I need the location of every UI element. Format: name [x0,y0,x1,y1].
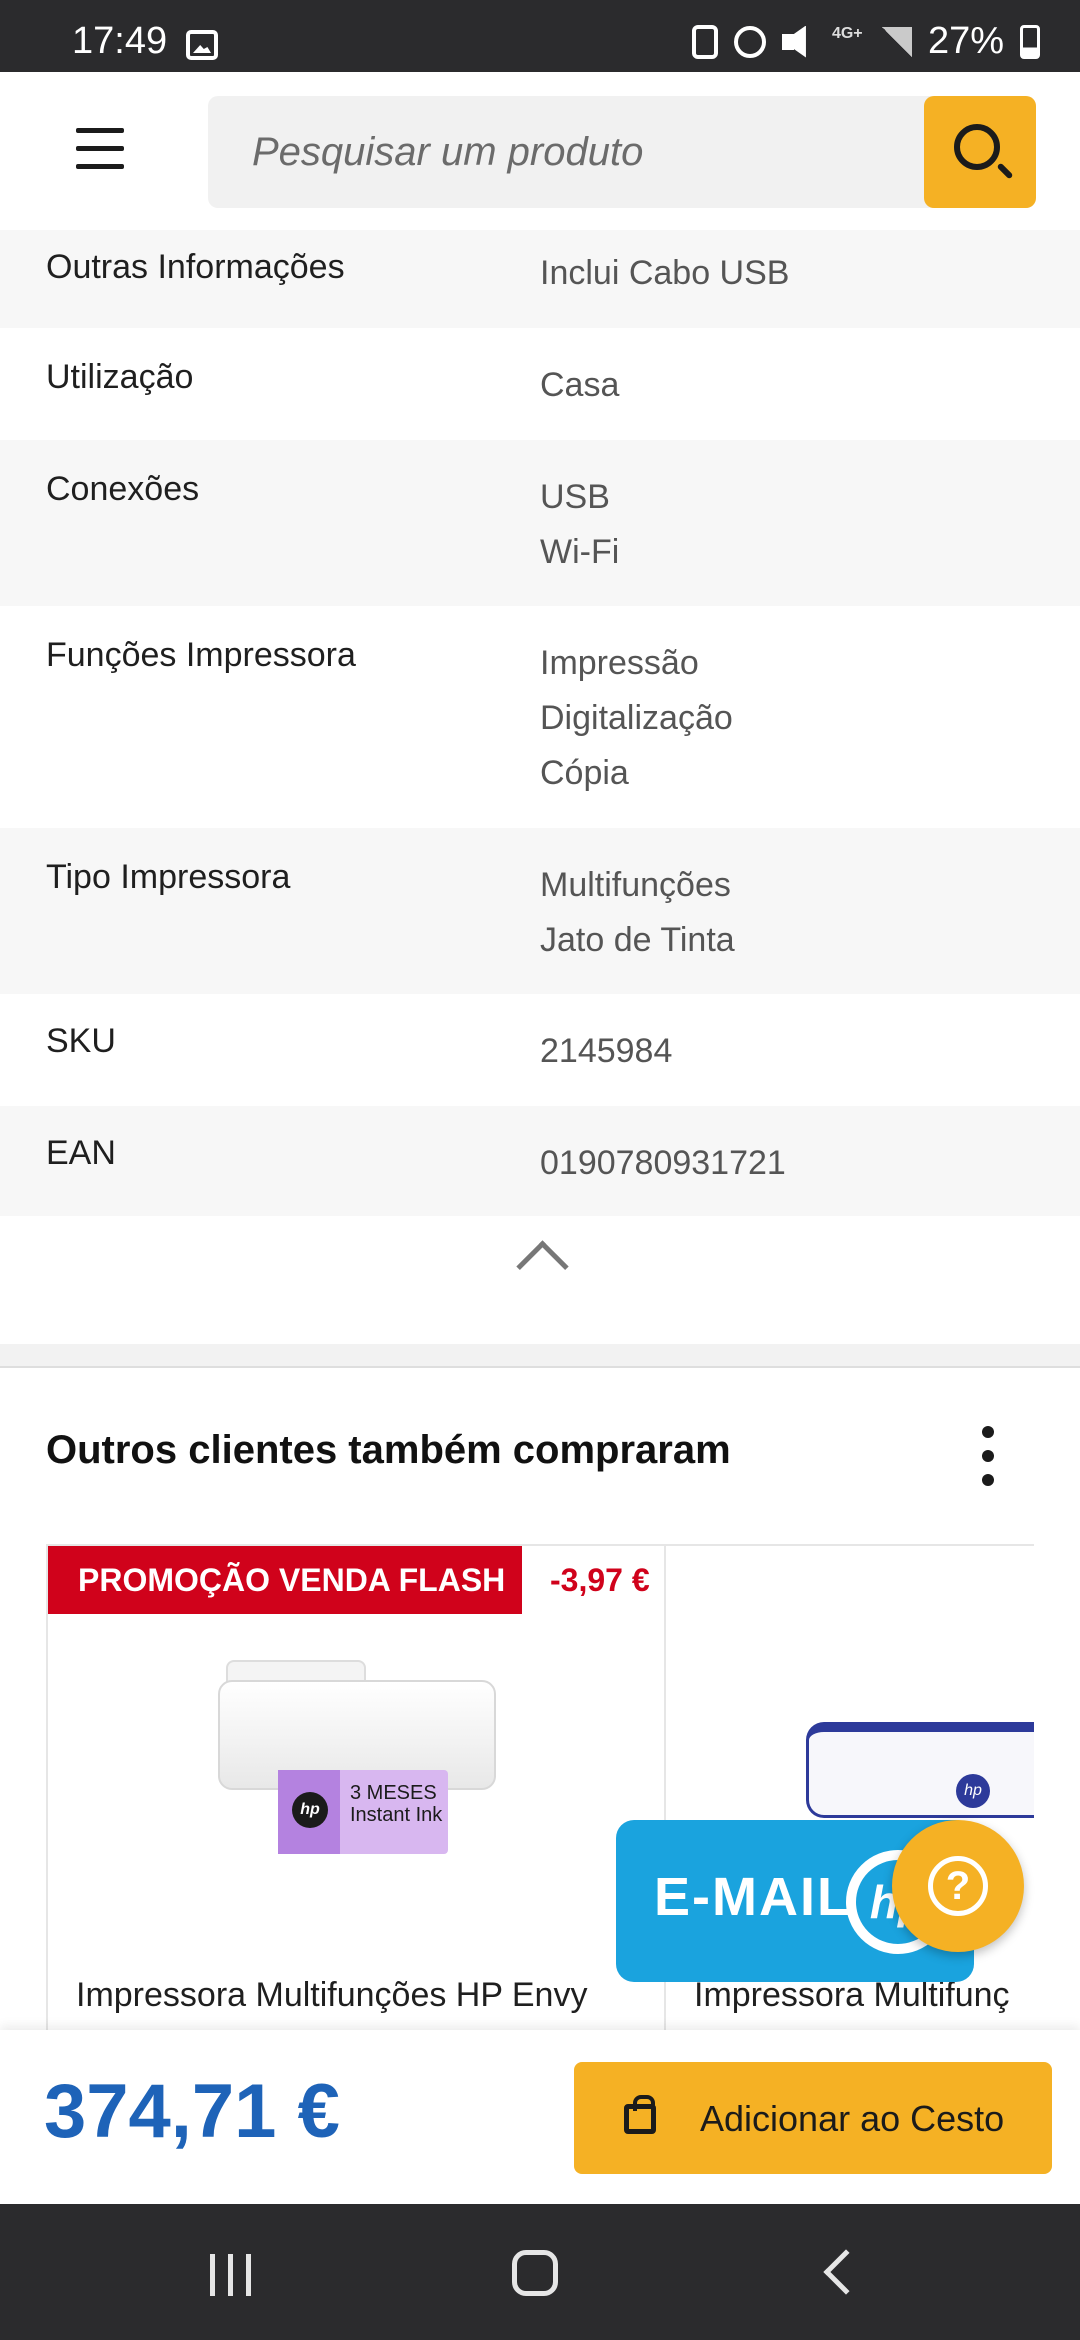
spec-value: Impressão [540,644,699,682]
promo-badge: PROMOÇÃO VENDA FLASH [48,1546,522,1614]
spec-row: EAN 0190780931721 [0,1106,1080,1216]
spec-value: Wi-Fi [540,533,620,571]
status-icons: 4G+ 27% [691,20,1040,63]
spec-value: USB [540,478,610,516]
status-time: 17:49 [72,20,168,62]
spec-row: Conexões USB Wi-Fi [0,440,1080,606]
shopping-bag-icon [624,2095,656,2134]
search-icon [954,124,1000,170]
clipboard-icon [691,24,718,59]
spec-value: Cópia [540,754,629,792]
add-to-cart-label: Adicionar ao Cesto [700,2098,1005,2139]
spec-value: Multifunções [540,866,731,904]
spec-values: Casa [540,358,619,413]
spec-row: Funções Impressora Impressão Digitalizaç… [0,606,1080,828]
spec-row: Tipo Impressora Multifunções Jato de Tin… [0,828,1080,994]
spec-label: Conexões [46,470,200,508]
product-card[interactable]: PROMOÇÃO VENDA FLASH -3,97 € hp 3 MESES … [46,1544,666,2064]
product-name[interactable]: Impressora Multifunções HP Envy [76,1976,587,2015]
spec-values: 2145984 [540,1024,672,1079]
spec-value: Digitalização [540,699,733,737]
spec-value: Inclui Cabo USB [540,254,790,292]
status-bar: 17:49 4G+ 27% [0,0,1080,72]
gallery-icon [186,30,218,60]
discount-label: -3,97 € [550,1562,650,1598]
menu-button[interactable] [76,128,124,170]
spec-values: Inclui Cabo USB [540,246,789,301]
mute-icon [781,26,816,58]
battery-icon [1020,24,1040,59]
spec-label: SKU [46,1022,116,1060]
network-icon: 4G+ [831,24,863,42]
spec-value: 2145984 [540,1032,673,1070]
hamburger-icon [76,128,124,133]
signal-icon [881,26,912,57]
add-to-cart-button[interactable]: Adicionar ao Cesto [574,2062,1052,2174]
buy-bar: 374,71 € Adicionar ao Cesto [0,2030,1080,2204]
spec-values: Impressão Digitalização Cópia [540,636,733,801]
battery-percent: 27% [927,20,1004,62]
spec-values: USB Wi-Fi [540,470,619,580]
system-nav-bar [0,2204,1080,2340]
product-card[interactable]: hp Impressora Multifunç [664,1544,1034,2064]
spec-values: Multifunções Jato de Tinta [540,858,735,968]
back-icon[interactable] [823,2249,869,2295]
spec-value: 0190780931721 [540,1144,786,1182]
help-icon: ? [928,1856,988,1916]
help-button[interactable]: ? [892,1820,1024,1952]
spec-label: Outras Informações [46,248,345,286]
collapse-chevron-up-icon[interactable] [510,1236,570,1276]
recent-apps-icon[interactable] [210,2254,252,2296]
spec-label: Funções Impressora [46,636,356,674]
spec-value: Casa [540,366,620,404]
spec-label: Utilização [46,358,194,396]
section-divider [0,1344,1080,1368]
spec-row: SKU 2145984 [0,994,1080,1106]
spec-row: Utilização Casa [0,328,1080,440]
more-options-icon[interactable] [978,1424,998,1488]
search-box [208,96,1036,208]
price: 374,71 € [44,2069,340,2154]
spec-label: EAN [46,1134,116,1172]
product-image[interactable]: hp 3 MESES Instant Ink [218,1660,496,1860]
paper-caption: 3 MESES Instant Ink [350,1782,443,1826]
alarm-icon [733,25,766,58]
home-icon[interactable] [512,2250,558,2296]
spec-value: Jato de Tinta [540,921,735,959]
spec-row: Outras Informações Inclui Cabo USB [0,230,1080,328]
product-image[interactable]: hp [806,1722,1034,1822]
hp-logo: hp [956,1774,990,1808]
printer-body [806,1722,1034,1818]
spec-values: 0190780931721 [540,1136,786,1191]
printer-paper: hp 3 MESES Instant Ink [278,1770,448,1854]
email-banner-label: E-MAIL [654,1867,852,1927]
section-title: Outros clientes também compraram [46,1428,731,1472]
search-input[interactable] [208,96,922,208]
header [0,72,1080,234]
hp-logo: hp [292,1792,328,1828]
search-button[interactable] [924,96,1036,208]
spec-label: Tipo Impressora [46,858,291,896]
